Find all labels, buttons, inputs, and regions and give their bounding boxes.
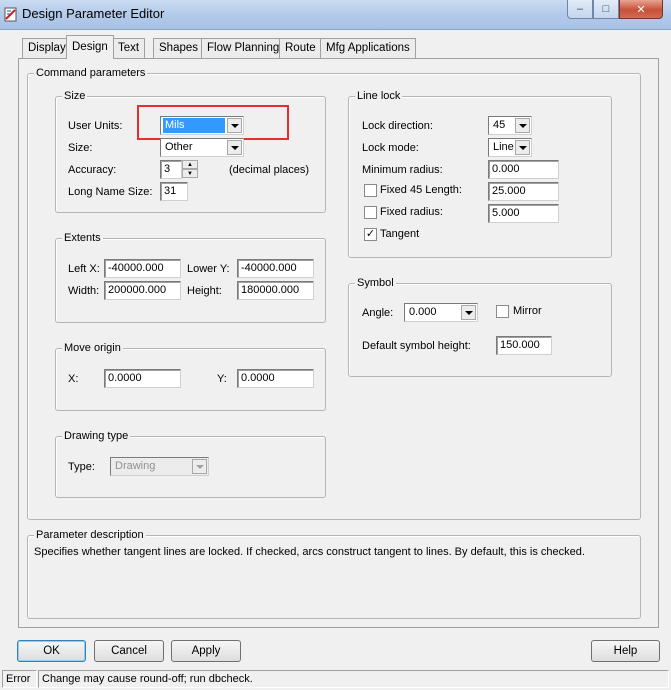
command-parameters-title: Command parameters xyxy=(34,66,148,80)
height-label: Height: xyxy=(187,285,222,297)
drawing-type-title: Drawing type xyxy=(62,429,131,443)
user-units-label: User Units: xyxy=(68,120,123,132)
window-controls: – □ ✕ xyxy=(567,0,663,19)
accuracy-label: Accuracy: xyxy=(68,164,117,176)
default-symbol-height-field[interactable]: 150.000 xyxy=(496,336,552,355)
left-x-label: Left X: xyxy=(68,263,100,275)
tab-display[interactable]: Display xyxy=(22,38,72,58)
tab-mfg-applications[interactable]: Mfg Applications xyxy=(320,38,416,58)
move-origin-title: Move origin xyxy=(62,341,123,355)
line-lock-title: Line lock xyxy=(355,89,403,103)
default-symbol-height-label: Default symbol height: xyxy=(362,340,471,352)
left-x-field[interactable]: -40000.000 xyxy=(104,259,181,278)
height-field[interactable]: 180000.000 xyxy=(237,281,314,300)
lock-direction-select[interactable]: 45 xyxy=(488,116,532,135)
help-button[interactable]: Help xyxy=(591,640,660,662)
fixed-radius-checkbox[interactable] xyxy=(364,206,377,219)
accuracy-suffix: (decimal places) xyxy=(229,164,310,176)
size-value: Other xyxy=(165,141,193,153)
status-state: Error xyxy=(2,670,37,688)
lock-mode-value: Line xyxy=(493,141,514,153)
long-name-size-field[interactable]: 31 xyxy=(160,182,188,201)
tab-route[interactable]: Route xyxy=(279,38,322,58)
accuracy-spinner[interactable]: ▲ ▼ xyxy=(182,160,198,179)
ok-button[interactable]: OK xyxy=(17,640,86,662)
origin-x-label: X: xyxy=(68,373,79,385)
apply-button[interactable]: Apply xyxy=(171,640,241,662)
symbol-title: Symbol xyxy=(355,276,396,290)
width-field[interactable]: 200000.000 xyxy=(104,281,181,300)
angle-select[interactable]: 0.000 xyxy=(404,303,478,322)
fixed-radius-label: Fixed radius: xyxy=(380,206,443,218)
window-title: Design Parameter Editor xyxy=(22,6,165,21)
chevron-down-icon[interactable] xyxy=(461,305,476,320)
lock-mode-select[interactable]: Line xyxy=(488,138,532,157)
chevron-down-icon[interactable] xyxy=(515,118,530,133)
minimum-radius-label: Minimum radius: xyxy=(362,164,443,176)
lock-mode-label: Lock mode: xyxy=(362,142,419,154)
maximize-button[interactable]: □ xyxy=(593,0,619,19)
angle-value: 0.000 xyxy=(409,306,437,318)
minimize-button[interactable]: – xyxy=(567,0,593,19)
type-label: Type: xyxy=(68,461,95,473)
mirror-checkbox[interactable] xyxy=(496,305,509,318)
size-label: Size: xyxy=(68,142,93,154)
status-message: Change may cause round-off; run dbcheck. xyxy=(38,670,669,688)
origin-x-field[interactable]: 0.0000 xyxy=(104,369,181,388)
mirror-label: Mirror xyxy=(513,305,542,317)
size-select[interactable]: Other xyxy=(160,138,244,157)
lock-direction-label: Lock direction: xyxy=(362,120,433,132)
fixed-45-length-label: Fixed 45 Length: xyxy=(380,184,462,196)
minimum-radius-field[interactable]: 0.000 xyxy=(488,160,559,179)
highlight-box xyxy=(137,105,289,140)
chevron-down-icon[interactable] xyxy=(227,140,242,155)
chevron-down-icon[interactable] xyxy=(515,140,530,155)
tab-design[interactable]: Design xyxy=(66,35,114,59)
spin-up-icon[interactable]: ▲ xyxy=(182,160,198,169)
drawing-type-select: Drawing xyxy=(110,457,209,476)
extents-title: Extents xyxy=(62,231,103,245)
angle-label: Angle: xyxy=(362,307,394,319)
tab-text[interactable]: Text xyxy=(112,38,146,58)
tangent-checkbox[interactable]: ✓ xyxy=(364,228,377,241)
width-label: Width: xyxy=(68,285,100,297)
fixed-radius-field[interactable]: 5.000 xyxy=(488,204,559,223)
status-bar: Error Change may cause round-off; run db… xyxy=(0,668,671,690)
app-icon xyxy=(4,7,17,22)
origin-y-label: Y: xyxy=(217,373,227,385)
drawing-type-value: Drawing xyxy=(115,460,156,472)
size-title: Size xyxy=(62,89,88,103)
symbol-group: Symbol xyxy=(348,276,612,377)
lower-y-field[interactable]: -40000.000 xyxy=(237,259,314,278)
close-button[interactable]: ✕ xyxy=(619,0,663,19)
long-name-size-label: Long Name Size: xyxy=(68,186,153,198)
accuracy-field[interactable]: 3 xyxy=(160,160,182,179)
parameter-description-title: Parameter description xyxy=(34,528,146,542)
cancel-button[interactable]: Cancel xyxy=(94,640,164,662)
tab-shapes[interactable]: Shapes xyxy=(153,38,205,58)
spin-down-icon[interactable]: ▼ xyxy=(182,169,198,178)
parameter-description-text: Specifies whether tangent lines are lock… xyxy=(34,546,585,558)
tangent-label: Tangent xyxy=(380,228,420,240)
lower-y-label: Lower Y: xyxy=(187,263,230,275)
origin-y-field[interactable]: 0.0000 xyxy=(237,369,314,388)
tab-flow-planning[interactable]: Flow Planning xyxy=(201,38,286,58)
lock-direction-value: 45 xyxy=(493,119,506,131)
title-bar: Design Parameter Editor – □ ✕ xyxy=(0,0,671,30)
chevron-down-icon xyxy=(192,459,207,474)
fixed-45-length-checkbox[interactable] xyxy=(364,184,377,197)
check-icon: ✓ xyxy=(365,228,376,240)
fixed-45-length-field[interactable]: 25.000 xyxy=(488,182,559,201)
